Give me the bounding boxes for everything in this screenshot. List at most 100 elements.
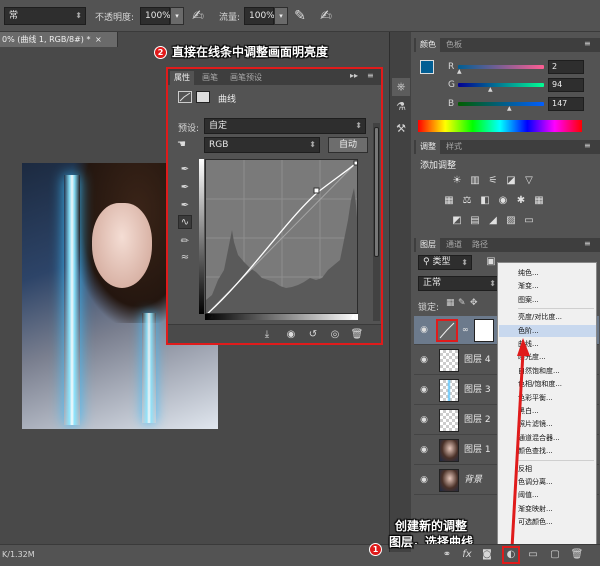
gradient-map-icon[interactable]: ▭ bbox=[522, 214, 536, 227]
visibility-eye-icon[interactable]: ◉ bbox=[418, 354, 430, 366]
clip-to-layer-icon[interactable]: ⤓ bbox=[260, 327, 274, 343]
color-balance-icon[interactable]: ⚖ bbox=[460, 194, 474, 207]
layer-style-icon[interactable]: fx bbox=[460, 548, 474, 562]
visibility-eye-icon[interactable]: ◎ bbox=[328, 327, 342, 343]
opacity-dropdown-button[interactable]: ▾ bbox=[170, 7, 184, 25]
curves-graph[interactable] bbox=[205, 159, 358, 314]
lock-pixels-icon[interactable]: ✎ bbox=[458, 298, 466, 308]
posterize-icon[interactable]: ▤ bbox=[468, 214, 482, 227]
properties-scrollbar[interactable] bbox=[373, 123, 380, 321]
new-layer-icon[interactable]: ▢ bbox=[548, 548, 562, 562]
tool-presets-icon[interactable]: ⚒ bbox=[392, 120, 410, 138]
scroll-thumb[interactable] bbox=[374, 127, 379, 257]
pressure-opacity-icon[interactable]: ✍ bbox=[190, 8, 206, 24]
photo-filter-icon[interactable]: ◉ bbox=[496, 194, 510, 207]
green-value-input[interactable]: 94 bbox=[548, 78, 584, 92]
hue-saturation-icon[interactable]: ▦ bbox=[442, 194, 456, 207]
threshold-icon[interactable]: ◢ bbox=[486, 214, 500, 227]
green-slider[interactable] bbox=[458, 83, 544, 87]
red-slider-thumb[interactable]: ▲ bbox=[457, 68, 462, 75]
black-point-eyedropper-icon[interactable]: ✒ bbox=[178, 163, 192, 177]
link-icon[interactable]: ∞ bbox=[462, 325, 469, 334]
lock-position-icon[interactable]: ✥ bbox=[470, 298, 478, 308]
channel-select[interactable]: RGB ⬍ bbox=[204, 137, 320, 153]
channel-mixer-icon[interactable]: ✱ bbox=[514, 194, 528, 207]
blend-mode-select[interactable]: 正常 ⬍ bbox=[418, 276, 500, 291]
curves-icon[interactable]: ⚟ bbox=[486, 174, 500, 187]
history-icon[interactable]: ⎈ bbox=[392, 78, 410, 96]
visibility-eye-icon[interactable]: ◉ bbox=[418, 324, 430, 336]
panel-menu-icon[interactable]: ≡ bbox=[584, 239, 591, 248]
delete-layer-icon[interactable]: 🗑 bbox=[570, 548, 584, 562]
lock-transparency-icon[interactable]: ▦ bbox=[446, 298, 455, 308]
tab-color[interactable]: 颜色 bbox=[416, 38, 440, 52]
tab-paths[interactable]: 路径 bbox=[468, 238, 492, 252]
add-mask-icon[interactable]: ◙ bbox=[480, 548, 494, 562]
flow-dropdown-button[interactable]: ▾ bbox=[274, 7, 288, 25]
white-point-eyedropper-icon[interactable]: ✒ bbox=[178, 199, 192, 213]
step-1-badge: 1 bbox=[369, 543, 382, 556]
tab-layers[interactable]: 图层 bbox=[416, 238, 440, 252]
gray-point-eyedropper-icon[interactable]: ✒ bbox=[178, 181, 192, 195]
view-previous-state-icon[interactable]: ◉ bbox=[284, 327, 298, 343]
tab-swatches[interactable]: 色板 bbox=[442, 38, 466, 52]
tab-adjustments[interactable]: 调整 bbox=[416, 140, 440, 154]
visibility-eye-icon[interactable]: ◉ bbox=[418, 474, 430, 486]
mode-select[interactable]: 常 ⬍ bbox=[4, 7, 86, 25]
black-white-icon[interactable]: ◧ bbox=[478, 194, 492, 207]
color-lookup-icon[interactable]: ▦ bbox=[532, 194, 546, 207]
invert-icon[interactable]: ◩ bbox=[450, 214, 464, 227]
flow-input[interactable]: 100% bbox=[244, 7, 275, 25]
reset-icon[interactable]: ↺ bbox=[306, 327, 320, 343]
trash-icon[interactable]: 🗑 bbox=[350, 327, 364, 343]
vibrance-icon[interactable]: ▽ bbox=[522, 174, 536, 187]
tab-properties[interactable]: 属性 bbox=[170, 71, 194, 85]
targeted-adjustment-icon[interactable]: ☚ bbox=[177, 139, 186, 150]
foreground-color-swatch[interactable] bbox=[420, 60, 434, 74]
tab-brush-presets[interactable]: 画笔预设 bbox=[226, 71, 266, 85]
red-value-input[interactable]: 2 bbox=[548, 60, 584, 74]
document-close-icon[interactable]: × bbox=[95, 35, 102, 44]
mask-icon[interactable] bbox=[196, 91, 210, 103]
tab-styles[interactable]: 样式 bbox=[442, 140, 466, 154]
opacity-input[interactable]: 100% bbox=[140, 7, 171, 25]
exposure-icon[interactable]: ◪ bbox=[504, 174, 518, 187]
preset-select[interactable]: 自定 ⬍ bbox=[204, 118, 366, 134]
black-slider-icon[interactable]: ▲ bbox=[210, 313, 215, 320]
tab-channels[interactable]: 通道 bbox=[442, 238, 466, 252]
layer-filter-select[interactable]: ⚲ 类型 ⬍ bbox=[418, 255, 472, 270]
smooth-curve-icon[interactable]: ≈ bbox=[178, 251, 192, 265]
white-slider-icon[interactable]: ▲ bbox=[351, 313, 356, 320]
green-slider-thumb[interactable]: ▲ bbox=[488, 86, 493, 93]
curves-svg[interactable] bbox=[206, 160, 358, 314]
levels-icon[interactable]: ▥ bbox=[468, 174, 482, 187]
visibility-eye-icon[interactable]: ◉ bbox=[418, 444, 430, 456]
panel-menu-icon[interactable]: ≡ bbox=[584, 39, 591, 48]
auto-button[interactable]: 自动 bbox=[328, 137, 368, 153]
visibility-eye-icon[interactable]: ◉ bbox=[418, 414, 430, 426]
airbrush-icon[interactable]: ✎ bbox=[292, 8, 308, 24]
selective-color-icon[interactable]: ▨ bbox=[504, 214, 518, 227]
brush-panel-icon[interactable]: ⚗ bbox=[392, 98, 410, 116]
tab-brush[interactable]: 画笔 bbox=[198, 71, 222, 85]
panel-menu-icon[interactable]: ≡ bbox=[584, 141, 591, 150]
collapse-icon[interactable]: ▸▸ bbox=[350, 71, 358, 80]
menu-item[interactable]: 纯色... bbox=[518, 267, 596, 279]
panel-menu-icon[interactable]: ≡ bbox=[367, 71, 374, 80]
menu-item[interactable]: 渐变... bbox=[518, 280, 596, 292]
visibility-eye-icon[interactable]: ◉ bbox=[418, 384, 430, 396]
pressure-size-icon[interactable]: ✍ bbox=[318, 8, 334, 24]
blue-slider-thumb[interactable]: ▲ bbox=[507, 105, 512, 112]
brightness-contrast-icon[interactable]: ☀ bbox=[450, 174, 464, 187]
link-layers-icon[interactable]: ⚭ bbox=[440, 548, 454, 562]
pencil-draw-icon[interactable]: ✏ bbox=[178, 235, 192, 249]
blue-slider[interactable] bbox=[458, 102, 544, 106]
curve-edit-points-icon[interactable]: ∿ bbox=[178, 215, 192, 229]
document-tab[interactable]: 0% (曲线 1, RGB/8#) * × bbox=[0, 32, 118, 47]
blue-value-input[interactable]: 147 bbox=[548, 97, 584, 111]
new-adjustment-layer-icon[interactable]: ◐ bbox=[502, 546, 520, 564]
red-slider[interactable] bbox=[458, 65, 544, 69]
filter-pixel-icon[interactable]: ▣ bbox=[484, 254, 498, 270]
new-group-icon[interactable]: ▭ bbox=[526, 548, 540, 562]
color-spectrum-bar[interactable] bbox=[418, 120, 582, 132]
